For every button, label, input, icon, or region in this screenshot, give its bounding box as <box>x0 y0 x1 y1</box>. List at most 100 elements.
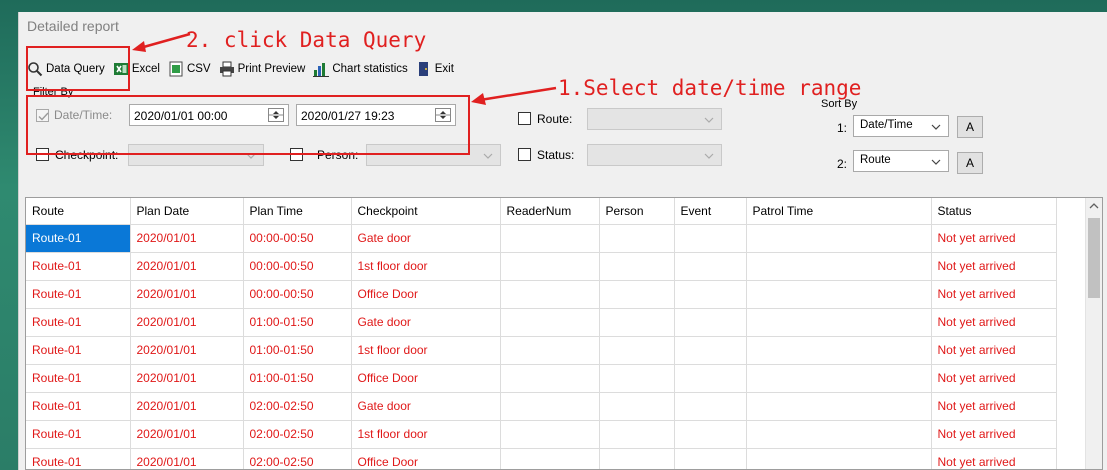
table-cell[interactable]: 1st floor door <box>351 336 501 365</box>
table-cell[interactable] <box>674 448 747 469</box>
table-cell[interactable]: 1st floor door <box>351 420 501 449</box>
table-cell[interactable] <box>746 364 932 393</box>
table-cell[interactable]: Not yet arrived <box>931 308 1057 337</box>
table-cell[interactable] <box>746 336 932 365</box>
table-cell[interactable] <box>746 308 932 337</box>
table-cell[interactable]: 2020/01/01 <box>130 252 244 281</box>
table-cell[interactable]: 01:00-01:50 <box>243 308 352 337</box>
vertical-scrollbar[interactable] <box>1085 198 1102 469</box>
table-cell[interactable] <box>599 336 675 365</box>
table-cell[interactable] <box>599 308 675 337</box>
table-cell[interactable]: 00:00-00:50 <box>243 280 352 309</box>
column-header[interactable]: Plan Time <box>243 198 352 225</box>
table-cell[interactable]: 1st floor door <box>351 252 501 281</box>
print-preview-button[interactable]: Print Preview <box>219 61 305 77</box>
table-cell[interactable] <box>500 308 600 337</box>
table-cell[interactable] <box>674 364 747 393</box>
table-cell[interactable]: Route-01 <box>26 252 131 281</box>
table-cell[interactable]: 02:00-02:50 <box>243 420 352 449</box>
column-header[interactable]: Event <box>674 198 747 225</box>
table-cell[interactable]: Not yet arrived <box>931 336 1057 365</box>
route-checkbox[interactable] <box>518 112 531 125</box>
column-header[interactable]: Patrol Time <box>746 198 932 225</box>
status-checkbox[interactable] <box>518 148 531 161</box>
column-header[interactable]: ReaderNum <box>500 198 600 225</box>
sort-order-1-button[interactable]: A <box>957 116 983 138</box>
table-row[interactable]: Route-01 2020/01/01 02:00-02:50 Office Door… <box>26 448 1057 469</box>
table-cell[interactable]: Not yet arrived <box>931 420 1057 449</box>
table-cell[interactable]: 2020/01/01 <box>130 364 244 393</box>
table-cell[interactable]: 2020/01/01 <box>130 224 244 253</box>
table-cell[interactable] <box>674 308 747 337</box>
column-header[interactable]: Checkpoint <box>351 198 501 225</box>
table-row[interactable]: Route-01 2020/01/01 01:00-01:50 Gate door No… <box>26 308 1057 337</box>
table-cell[interactable]: 2020/01/01 <box>130 308 244 337</box>
table-cell[interactable]: 01:00-01:50 <box>243 364 352 393</box>
column-header[interactable]: Plan Date <box>130 198 244 225</box>
sort-field-2-select[interactable]: Route <box>853 150 949 172</box>
route-select[interactable] <box>587 108 722 130</box>
csv-button[interactable]: CSV <box>168 61 211 77</box>
scrollbar-thumb[interactable] <box>1088 218 1100 298</box>
table-cell[interactable] <box>500 224 600 253</box>
column-header[interactable]: Status <box>931 198 1057 225</box>
table-cell[interactable]: 02:00-02:50 <box>243 392 352 421</box>
table-cell[interactable] <box>674 280 747 309</box>
table-cell[interactable]: Gate door <box>351 392 501 421</box>
column-header[interactable]: Route <box>26 198 131 225</box>
table-cell[interactable]: Not yet arrived <box>931 252 1057 281</box>
table-cell[interactable] <box>599 224 675 253</box>
table-cell[interactable]: Route-01 <box>26 420 131 449</box>
table-cell[interactable] <box>500 280 600 309</box>
table-cell[interactable] <box>599 364 675 393</box>
table-cell[interactable]: Route-01 <box>26 280 131 309</box>
table-cell[interactable]: Not yet arrived <box>931 364 1057 393</box>
table-row[interactable]: Route-01 2020/01/01 02:00-02:50 1st floor d… <box>26 420 1057 449</box>
table-cell[interactable]: Not yet arrived <box>931 448 1057 469</box>
table-cell[interactable] <box>746 420 932 449</box>
table-cell[interactable] <box>746 280 932 309</box>
table-row[interactable]: Route-01 2020/01/01 01:00-01:50 Office Door… <box>26 364 1057 393</box>
chart-statistics-button[interactable]: Chart statistics <box>313 61 408 77</box>
table-cell[interactable]: 2020/01/01 <box>130 420 244 449</box>
table-cell[interactable] <box>599 420 675 449</box>
table-cell[interactable] <box>674 336 747 365</box>
table-cell[interactable] <box>674 420 747 449</box>
table-cell[interactable]: Route-01 <box>26 308 131 337</box>
table-cell[interactable]: Gate door <box>351 224 501 253</box>
table-row[interactable]: Route-01 2020/01/01 00:00-00:50 Office Door… <box>26 280 1057 309</box>
table-cell[interactable] <box>500 448 600 469</box>
table-cell[interactable]: Route-01 <box>26 364 131 393</box>
table-cell[interactable] <box>500 420 600 449</box>
table-cell[interactable] <box>599 280 675 309</box>
table-cell[interactable]: 2020/01/01 <box>130 392 244 421</box>
table-cell[interactable]: Route-01 <box>26 448 131 469</box>
table-row[interactable]: Route-01 2020/01/01 02:00-02:50 Gate door No… <box>26 392 1057 421</box>
table-cell[interactable] <box>746 392 932 421</box>
table-cell[interactable] <box>746 448 932 469</box>
table-cell[interactable] <box>746 252 932 281</box>
table-cell[interactable] <box>674 392 747 421</box>
table-cell[interactable] <box>500 392 600 421</box>
table-cell[interactable]: Not yet arrived <box>931 392 1057 421</box>
table-cell[interactable] <box>599 448 675 469</box>
table-cell[interactable] <box>500 336 600 365</box>
table-cell[interactable] <box>599 392 675 421</box>
table-cell[interactable]: Route-01 <box>26 336 131 365</box>
chevron-up-icon[interactable] <box>1089 202 1099 210</box>
status-select[interactable] <box>587 144 722 166</box>
table-row[interactable]: Route-01 2020/01/01 00:00-00:50 1st floor d… <box>26 252 1057 281</box>
table-cell[interactable]: 2020/01/01 <box>130 448 244 469</box>
table-cell[interactable]: 00:00-00:50 <box>243 252 352 281</box>
table-cell[interactable]: Not yet arrived <box>931 224 1057 253</box>
column-header[interactable]: Person <box>599 198 675 225</box>
sort-field-1-select[interactable]: Date/Time <box>853 115 949 137</box>
table-cell[interactable]: 2020/01/01 <box>130 280 244 309</box>
table-cell[interactable] <box>746 224 932 253</box>
table-cell[interactable] <box>674 252 747 281</box>
table-cell[interactable] <box>674 224 747 253</box>
table-cell[interactable]: Office Door <box>351 448 501 469</box>
table-cell[interactable]: 00:00-00:50 <box>243 224 352 253</box>
table-cell[interactable]: Office Door <box>351 364 501 393</box>
table-cell[interactable] <box>500 364 600 393</box>
